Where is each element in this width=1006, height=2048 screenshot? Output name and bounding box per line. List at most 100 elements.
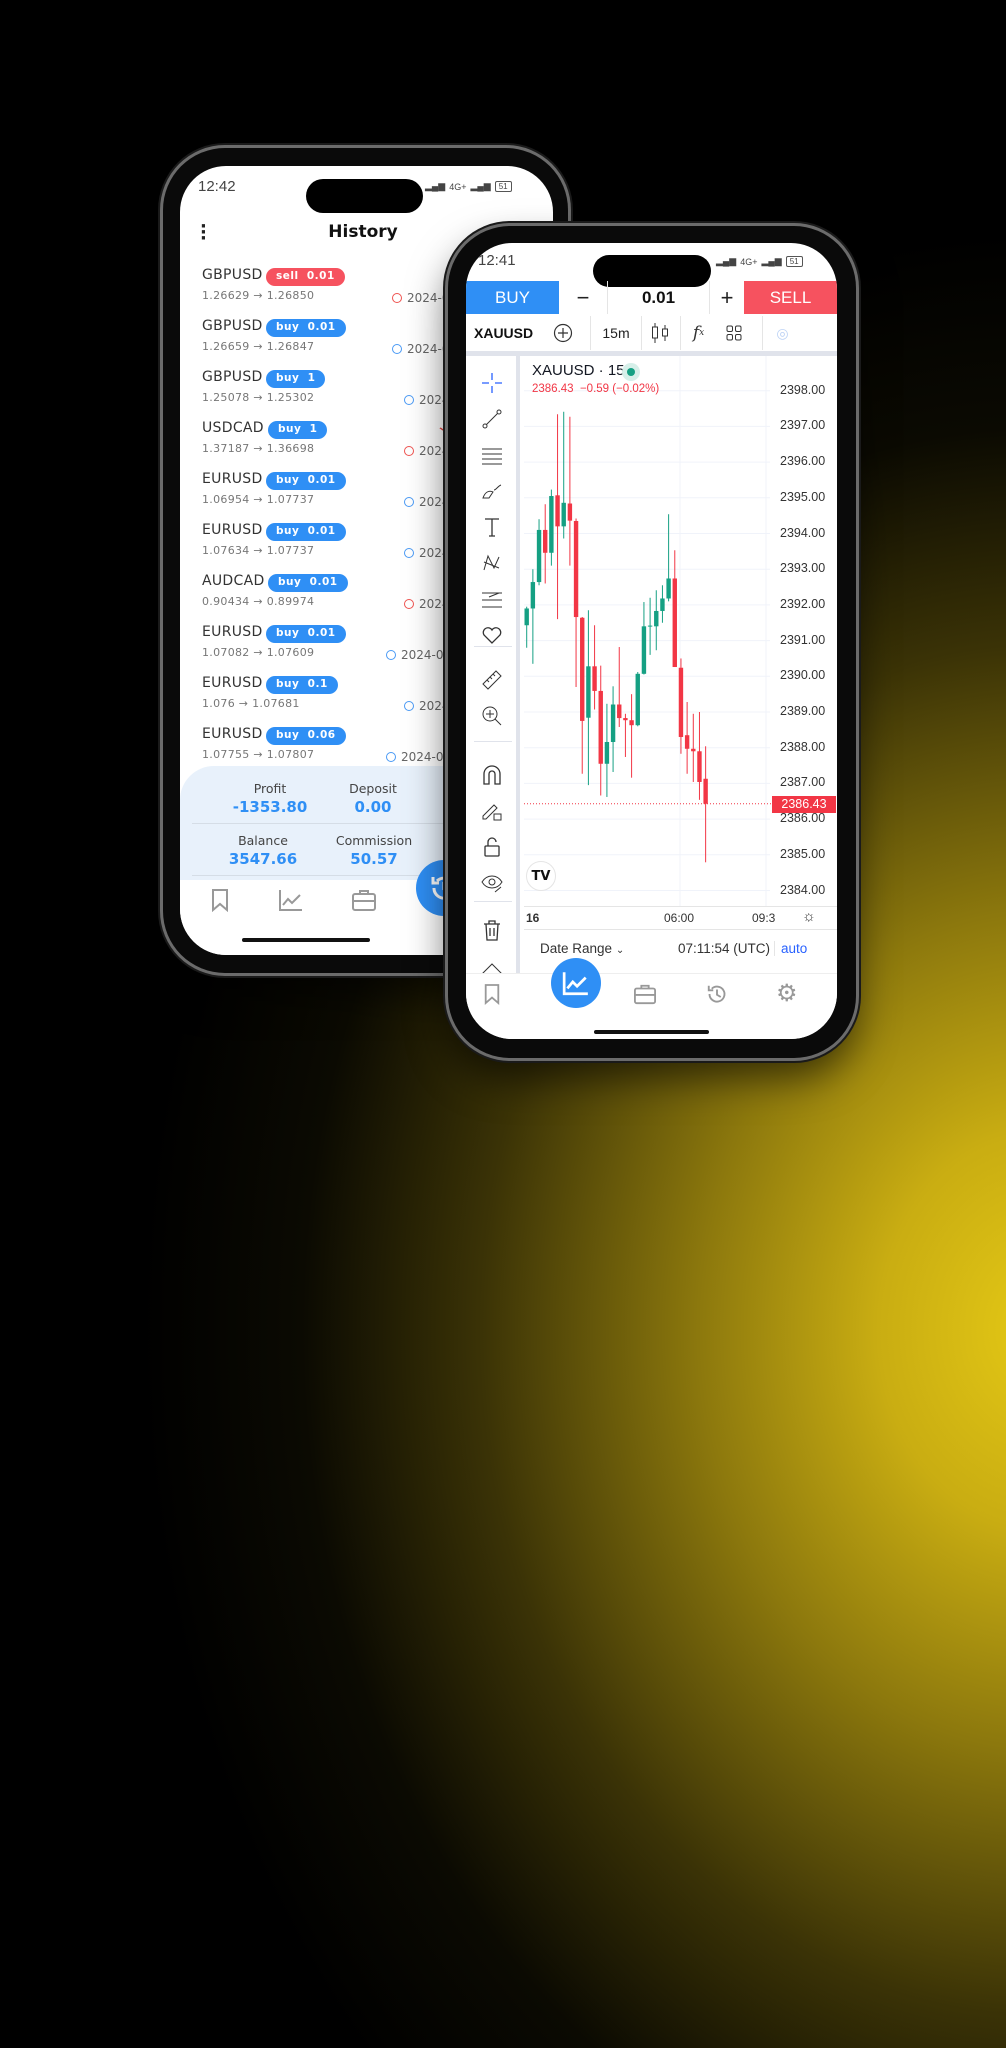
trade-side-badge: buy 0.01 <box>266 472 346 490</box>
chart-phone: 12:41 ▂▄▆ 4G+ ▂▄▆ 51 BUY − 0.01 + SELL X… <box>448 226 856 1058</box>
date-range-label: Date Range <box>540 941 613 956</box>
briefcase-icon[interactable] <box>351 888 377 912</box>
x-tick: 06:00 <box>664 911 695 925</box>
candle-body <box>555 495 560 527</box>
y-tick: 2392.00 <box>780 596 826 611</box>
settings-icon[interactable]: ⚙ <box>776 981 798 1005</box>
candle-body <box>666 578 671 599</box>
trade-prices: 1.26659 → 1.26847 <box>202 340 315 353</box>
battery-icon: 51 <box>494 181 512 192</box>
trade-date: 2024-05 <box>401 648 452 662</box>
clock-icon <box>404 446 414 456</box>
chart-icon[interactable] <box>278 888 304 912</box>
clock-icon <box>392 344 402 354</box>
y-tick: 2396.00 <box>780 454 826 469</box>
status-time: 12:42 <box>198 178 236 195</box>
trade-side-badge: buy 1 <box>268 421 328 439</box>
trade-symbol: EURUSD <box>202 471 263 487</box>
candle-body <box>641 626 647 674</box>
signal-icon: ▂▄▆ <box>425 181 446 191</box>
candle-body <box>703 778 708 804</box>
bottom-nav: ⚙ <box>466 958 837 1039</box>
y-tick: 2388.00 <box>780 739 826 754</box>
y-tick: 2391.00 <box>780 632 826 647</box>
candle-body <box>549 496 554 553</box>
candle-body <box>604 741 610 764</box>
clock-icon <box>404 497 414 507</box>
profit-value: -1353.80 <box>232 798 308 816</box>
trade-side-badge: buy 0.06 <box>266 727 346 745</box>
candle-body <box>647 625 653 627</box>
clock-icon <box>386 752 396 762</box>
balance-label: Balance <box>238 833 288 848</box>
date-range-selector[interactable]: Date Range ⌄ <box>540 941 624 956</box>
trade-prices: 1.076 → 1.07681 <box>202 697 300 710</box>
clock-icon <box>404 395 414 405</box>
bookmark-icon[interactable] <box>483 983 501 1005</box>
utc-time: 07:11:54 (UTC) <box>678 941 771 956</box>
status-icons: ▂▄▆ 4G+ ▂▄▆ 51 <box>425 181 512 192</box>
history-icon[interactable] <box>705 982 729 1006</box>
summary-profit: Profit -1353.80 <box>210 781 330 816</box>
candle-body <box>697 751 702 782</box>
candle-body <box>567 503 573 521</box>
x-tick: 16 <box>526 911 540 925</box>
market-open-indicator <box>622 363 640 381</box>
trade-prices: 0.90434 → 0.89974 <box>202 595 315 608</box>
summary-commission: Commission 50.57 <box>314 833 434 868</box>
balance-value: 3547.66 <box>228 850 298 868</box>
clock-icon <box>404 701 414 711</box>
commission-value: 50.57 <box>350 850 398 868</box>
network-label: 4G+ <box>449 181 467 192</box>
clock-icon <box>386 650 396 660</box>
trade-side-badge: buy 1 <box>266 370 326 388</box>
candle-body <box>524 608 529 626</box>
candle-body <box>678 667 684 737</box>
y-tick: 2384.00 <box>780 882 826 897</box>
briefcase-icon[interactable] <box>633 983 657 1005</box>
y-tick: 2397.00 <box>780 418 826 433</box>
y-tick: 2385.00 <box>780 846 826 861</box>
trade-symbol: GBPUSD <box>202 267 263 283</box>
home-indicator <box>242 938 370 942</box>
y-tick: 2387.00 <box>780 775 826 790</box>
candle-body <box>684 735 690 749</box>
chart-icon <box>562 972 588 996</box>
candle-body <box>536 529 542 583</box>
trade-prices: 1.37187 → 1.36698 <box>202 442 315 455</box>
trade-symbol: EURUSD <box>202 726 263 742</box>
candle-body <box>573 521 579 618</box>
y-tick: 2386.00 <box>780 811 826 826</box>
dynamic-island <box>306 179 423 213</box>
y-tick: 2398.00 <box>780 382 826 397</box>
time-axis[interactable]: 16 06:00 09:3 ☼ <box>524 906 837 930</box>
signal-icon: ▂▄▆ <box>470 181 491 191</box>
y-tick: 2395.00 <box>780 489 826 504</box>
bookmark-icon[interactable] <box>210 888 230 912</box>
candle-body <box>530 582 536 609</box>
trade-side-badge: buy 0.01 <box>266 319 346 337</box>
trade-symbol: EURUSD <box>202 522 263 538</box>
candle-body <box>543 529 548 553</box>
chart-legend-title: XAUUSD · 15 <box>532 362 625 379</box>
trade-side-badge: buy 0.01 <box>266 625 346 643</box>
home-indicator <box>594 1030 709 1034</box>
tradingview-logo[interactable]: TV <box>526 861 556 891</box>
candle-body <box>586 666 591 718</box>
trade-symbol: USDCAD <box>202 420 264 436</box>
trade-prices: 1.06954 → 1.07737 <box>202 493 315 506</box>
chart-nav-button[interactable] <box>551 958 601 1008</box>
trade-symbol: GBPUSD <box>202 318 263 334</box>
candle-body <box>623 718 628 721</box>
trade-symbol: EURUSD <box>202 675 263 691</box>
candle-body <box>691 748 696 752</box>
auto-scale-toggle[interactable]: auto <box>774 941 807 956</box>
trade-side-badge: buy 0.01 <box>266 523 346 541</box>
candle-body <box>617 704 622 719</box>
settings-sun-icon[interactable]: ☼ <box>802 908 816 925</box>
trade-date: 2024-0 <box>407 291 450 305</box>
y-tick: 2394.00 <box>780 525 826 540</box>
trade-symbol: GBPUSD <box>202 369 263 385</box>
last-price-label: 2386.43 <box>772 796 836 813</box>
chart-screen: 12:41 ▂▄▆ 4G+ ▂▄▆ 51 BUY − 0.01 + SELL X… <box>466 243 837 1039</box>
